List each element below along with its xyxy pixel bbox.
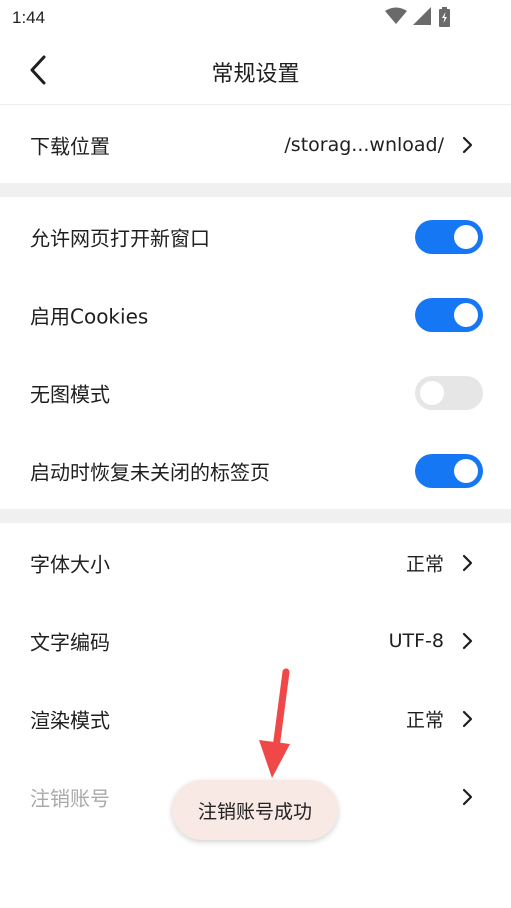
toggle-knob [454,459,478,483]
download-location-label: 下载位置 [30,134,110,159]
toggle-row-restore-tabs: 启动时恢复未关闭的标签页 [0,432,511,510]
chevron-right-icon [462,632,473,650]
back-arrow-icon [30,55,46,85]
new-window-toggle[interactable] [415,220,483,254]
font-size-row[interactable]: 字体大小 正常 [0,524,511,602]
toggle-label: 无图模式 [30,382,110,407]
render-mode-label: 渲染模式 [30,708,110,733]
header-divider [0,104,511,105]
section-divider [0,183,511,197]
download-location-value: /storag...wnload/ [284,134,444,156]
toggle-row-new-window: 允许网页打开新窗口 [0,198,511,276]
no-image-toggle[interactable] [415,376,483,410]
battery-icon [439,7,450,27]
cookies-toggle[interactable] [415,298,483,332]
red-arrow-icon [259,668,290,778]
toggle-knob [454,225,478,249]
header: 常规设置 [0,36,511,104]
download-location-row[interactable]: 下载位置 /storag...wnload/ [0,106,511,184]
toggle-label: 启用Cookies [30,304,149,329]
text-encoding-label: 文字编码 [30,630,110,655]
deactivate-account-label: 注销账号 [30,786,110,811]
chevron-right-icon [462,554,473,572]
toggle-knob [420,381,444,405]
toggle-label: 允许网页打开新窗口 [30,226,210,251]
chevron-right-icon [462,710,473,728]
toggle-row-cookies: 启用Cookies [0,276,511,354]
toggle-row-no-image: 无图模式 [0,354,511,432]
page-title: 常规设置 [211,62,300,87]
render-mode-value: 正常 [405,709,444,732]
chevron-right-icon [462,136,473,154]
status-time: 1:44 [12,8,46,27]
toast-message: 注销账号成功 [172,780,338,840]
status-bar: 1:44 [0,0,511,36]
toggle-knob [454,303,478,327]
text-encoding-value: UTF-8 [388,630,444,652]
wifi-icon [385,7,407,24]
font-size-value: 正常 [405,553,444,576]
font-size-label: 字体大小 [30,552,110,577]
restore-tabs-toggle[interactable] [415,454,483,488]
toggle-label: 启动时恢复未关闭的标签页 [30,460,270,485]
back-button[interactable] [18,50,58,90]
section-divider [0,509,511,523]
signal-icon [413,7,431,25]
chevron-right-icon [462,788,473,806]
